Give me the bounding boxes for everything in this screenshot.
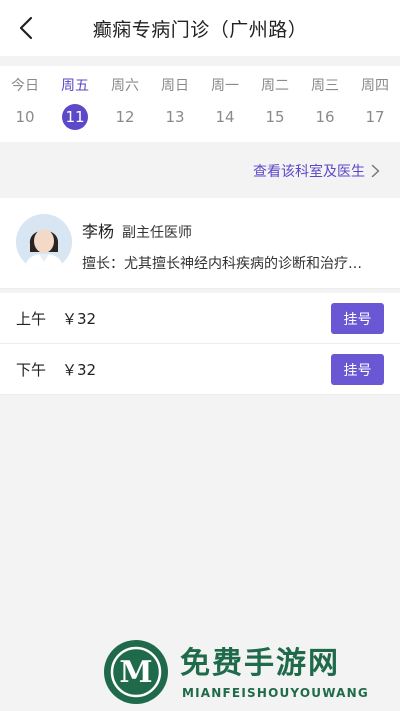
watermark-logo-letter: M (119, 655, 152, 690)
day-label: 周五 (61, 78, 89, 94)
day-date: 15 (265, 108, 285, 126)
day-label: 周四 (361, 78, 389, 94)
site-watermark: M 免费手游网 MIANFEISHOUYOUWANG (104, 638, 394, 708)
day-label: 周日 (161, 78, 189, 94)
header: 癫痫专病门诊（广州路） (0, 0, 400, 56)
doctor-card[interactable]: 李杨 副主任医师 擅长：尤其擅长神经内科疾病的诊断和治疗… (0, 198, 400, 289)
day-label: 周一 (211, 78, 239, 94)
slot-period: 下午 (16, 360, 47, 379)
day-date: 11 (62, 104, 88, 130)
day-today[interactable]: 今日 10 (0, 66, 50, 142)
back-button[interactable] (12, 14, 40, 42)
slot-price: ￥32 (62, 309, 97, 328)
day-friday-selected[interactable]: 周五 11 (50, 66, 100, 142)
chevron-left-icon (19, 16, 33, 40)
day-thursday[interactable]: 周四 17 (350, 66, 400, 142)
slot-row-morning: 上午 ￥32 挂号 (0, 293, 400, 344)
doctor-name-line: 李杨 副主任医师 (82, 218, 192, 242)
day-tuesday[interactable]: 周二 15 (250, 66, 300, 142)
doctor-name: 李杨 (82, 222, 115, 241)
watermark-subtitle: MIANFEISHOUYOUWANG (182, 686, 369, 700)
view-department-doctors-link[interactable]: 查看该科室及医生 (253, 161, 380, 181)
doctor-title: 副主任医师 (122, 225, 193, 241)
page-title: 癫痫专病门诊（广州路） (92, 18, 308, 41)
day-label: 周六 (111, 78, 139, 94)
day-date: 17 (365, 108, 385, 126)
watermark-logo-icon: M (104, 640, 168, 704)
slot-price: ￥32 (62, 360, 97, 379)
day-label: 周三 (311, 78, 339, 94)
department-link-row: 查看该科室及医生 (0, 148, 400, 194)
day-date: 14 (215, 108, 235, 126)
day-date: 16 (315, 108, 335, 126)
day-wednesday[interactable]: 周三 16 (300, 66, 350, 142)
day-date: 12 (115, 108, 135, 126)
day-label: 周二 (261, 78, 289, 94)
date-selector: 今日 10 周五 11 周六 12 周日 13 周一 14 周二 15 周三 1… (0, 66, 400, 142)
day-date: 10 (15, 108, 35, 126)
day-date: 13 (165, 108, 185, 126)
slot-period: 上午 (16, 309, 47, 328)
doctor-specialty: 擅长：尤其擅长神经内科疾病的诊断和治疗… (82, 256, 362, 272)
chevron-right-icon (371, 164, 380, 178)
day-monday[interactable]: 周一 14 (200, 66, 250, 142)
watermark-title: 免费手游网 (180, 646, 340, 681)
slot-row-afternoon: 下午 ￥32 挂号 (0, 344, 400, 395)
register-button-afternoon[interactable]: 挂号 (331, 354, 384, 385)
day-sunday[interactable]: 周日 13 (150, 66, 200, 142)
doctor-avatar (16, 214, 72, 270)
day-label: 今日 (11, 78, 39, 94)
link-label: 查看该科室及医生 (253, 164, 365, 180)
register-button-morning[interactable]: 挂号 (331, 303, 384, 334)
day-saturday[interactable]: 周六 12 (100, 66, 150, 142)
